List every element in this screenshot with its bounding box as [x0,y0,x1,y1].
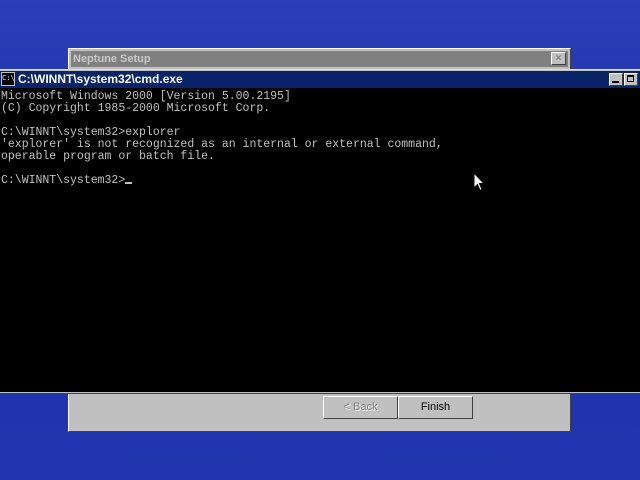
cmd-window: C:\ C:\WINNT\system32\cmd.exe Microsoft … [0,69,640,394]
maximize-icon[interactable] [624,73,638,86]
console-line: (C) Copyright 1985-2000 Microsoft Corp. [1,102,271,115]
minimize-icon[interactable] [609,73,623,86]
cmd-titlebar[interactable]: C:\ C:\WINNT\system32\cmd.exe [0,71,640,88]
console-prompt-line[interactable]: C:\WINNT\system32> [1,175,640,187]
setup-close-button[interactable]: × [551,52,566,65]
mouse-pointer-icon [473,172,485,192]
console-prompt: C:\WINNT\system32> [1,174,126,187]
console-line: operable program or batch file. [1,150,215,163]
console-output[interactable]: Microsoft Windows 2000 [Version 5.00.219… [0,88,640,392]
console-app-icon[interactable]: C:\ [1,72,15,86]
close-icon: × [555,53,562,64]
cmd-window-title: C:\WINNT\system32\cmd.exe [18,72,183,86]
setup-window-title: Neptune Setup [73,53,151,65]
back-button[interactable]: < Back [323,396,398,419]
text-cursor [125,182,133,184]
finish-button[interactable]: Finish [398,396,473,419]
setup-titlebar: Neptune Setup × [71,51,568,67]
